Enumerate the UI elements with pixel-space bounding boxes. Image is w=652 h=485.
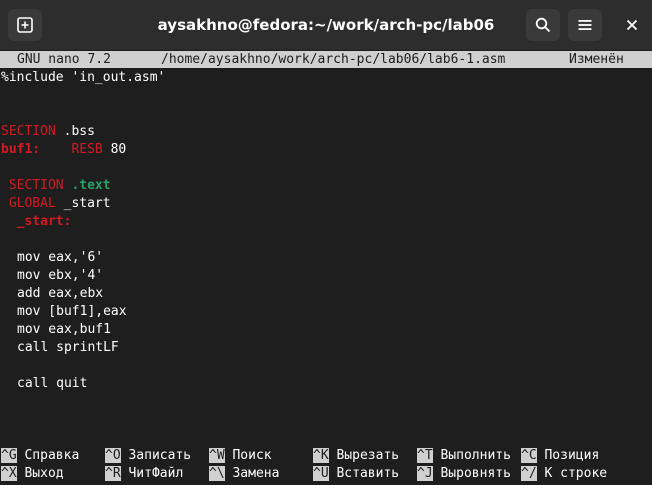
shortcut-key: ^U: [313, 466, 329, 481]
shortcut-label: Замена: [232, 466, 280, 481]
shortcut-key: ^K: [313, 448, 329, 463]
code-line-buf: buf1: RESB 80: [1, 141, 126, 159]
shortcut-key: ^\: [209, 466, 225, 481]
shortcut-key: ^/: [521, 466, 537, 481]
shortcut-key: ^G: [1, 448, 17, 463]
keyword: SECTION: [1, 124, 56, 139]
title-bar: aysakhno@fedora:~/work/arch-pc/lab06: [0, 0, 652, 50]
code-line-global: GLOBAL _start: [1, 195, 111, 213]
code-line: add eax,ebx: [17, 286, 104, 301]
shortcut-label: Выровнять: [440, 466, 511, 481]
shortcut-key: ^C: [521, 448, 537, 463]
label: buf1:: [1, 142, 41, 157]
shortcut-execute[interactable]: ^T Выполнить: [417, 447, 511, 465]
code-line-include: %include 'in_out.asm': [1, 70, 166, 85]
code-line-start-label: _start:: [1, 213, 72, 231]
nano-version: GNU nano 7.2: [17, 52, 111, 67]
code-line-section-bss: SECTION .bss: [1, 123, 95, 141]
new-tab-button[interactable]: [8, 9, 42, 41]
shortcut-label: Поиск: [232, 448, 272, 463]
shortcut-label: Справка: [24, 448, 80, 463]
shortcut-go-to-line[interactable]: ^/ К строке: [521, 465, 607, 483]
close-button[interactable]: [616, 9, 648, 41]
code-line: mov eax,'6': [17, 250, 104, 265]
value: 80: [102, 142, 127, 157]
new-tab-icon: [17, 17, 33, 33]
shortcut-key: ^R: [105, 466, 121, 481]
shortcut-replace[interactable]: ^\ Замена: [209, 465, 279, 483]
shortcut-label: К строке: [544, 466, 608, 481]
shortcut-position[interactable]: ^C Позиция: [521, 447, 599, 465]
shortcut-key: ^J: [417, 466, 433, 481]
terminal-area[interactable]: GNU nano 7.2 /home/aysakhno/work/arch-pc…: [0, 50, 652, 485]
shortcut-label: Записать: [128, 448, 192, 463]
search-icon: [535, 17, 551, 33]
code-line: mov eax,buf1: [17, 322, 111, 337]
code-line: mov [buf1],eax: [17, 304, 127, 319]
hamburger-menu-icon: [578, 20, 592, 30]
code-line-section-text: SECTION .text: [1, 177, 111, 195]
file-path: /home/aysakhno/work/arch-pc/lab06/lab6-1…: [161, 52, 506, 67]
code-line: call sprintLF: [17, 340, 119, 355]
global-symbol: _start: [55, 196, 111, 211]
shortcut-label: Выполнить: [440, 448, 511, 463]
shortcut-read-file[interactable]: ^R ЧитФайл: [105, 465, 183, 483]
keyword: GLOBAL: [8, 196, 56, 211]
search-button[interactable]: [526, 9, 560, 41]
shortcut-label: ЧитФайл: [128, 466, 184, 481]
code-line: call quit: [17, 376, 88, 391]
shortcut-help[interactable]: ^G Справка: [1, 447, 79, 465]
keyword: SECTION: [8, 178, 64, 193]
shortcut-key: ^X: [1, 466, 17, 481]
section-name: .bss: [55, 124, 95, 139]
shortcut-exit[interactable]: ^X Выход: [1, 465, 64, 483]
shortcut-label: Позиция: [544, 448, 600, 463]
shortcut-label: Вставить: [336, 466, 400, 481]
shortcut-label: Вырезать: [336, 448, 400, 463]
shortcut-justify[interactable]: ^J Выровнять: [417, 465, 511, 483]
keyword: RESB: [71, 142, 103, 157]
shortcut-paste[interactable]: ^U Вставить: [313, 465, 399, 483]
label: _start:: [16, 214, 72, 229]
shortcut-search[interactable]: ^W Поиск: [209, 447, 272, 465]
shortcut-key: ^O: [105, 448, 121, 463]
shortcut-label: Выход: [24, 466, 64, 481]
menu-button[interactable]: [568, 9, 602, 41]
modified-status: Изменён: [569, 52, 624, 67]
shortcut-key: ^W: [209, 448, 225, 463]
shortcut-cut[interactable]: ^K Вырезать: [313, 447, 399, 465]
close-icon: [626, 19, 638, 31]
nano-header-bar: GNU nano 7.2 /home/aysakhno/work/arch-pc…: [0, 51, 652, 68]
shortcut-write[interactable]: ^O Записать: [105, 447, 191, 465]
code-line: mov ebx,'4': [17, 268, 104, 283]
section-name: .text: [63, 178, 111, 193]
shortcut-key: ^T: [417, 448, 433, 463]
